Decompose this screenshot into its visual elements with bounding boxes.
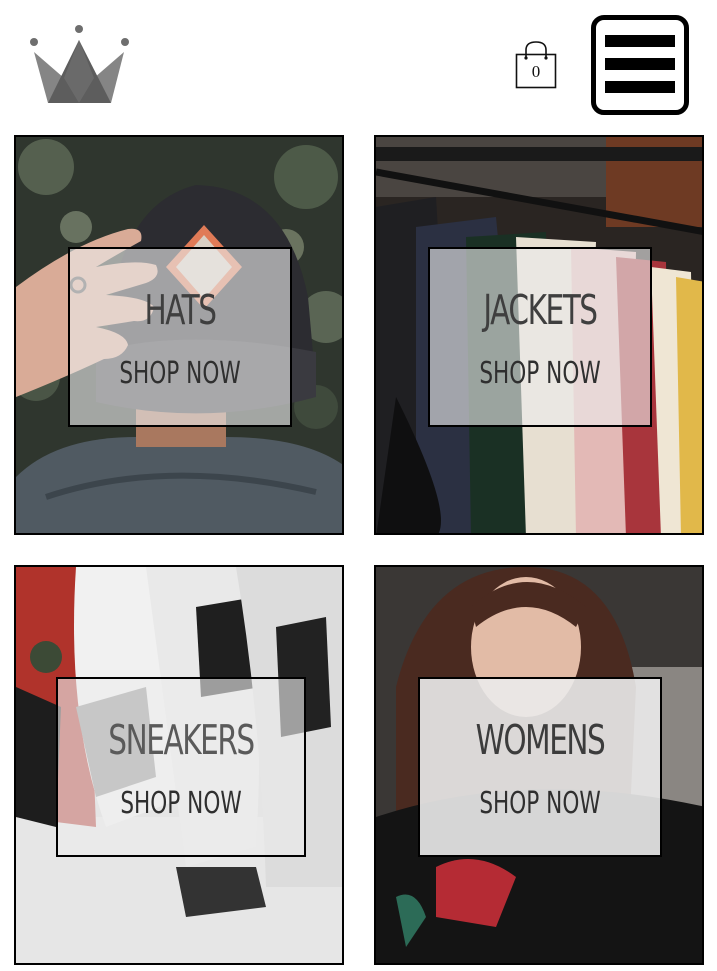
shop-now-link[interactable]: SHOP NOW <box>461 357 619 391</box>
shop-now-link[interactable]: SHOP NOW <box>101 357 259 391</box>
category-title: HATS <box>144 286 217 334</box>
shop-now-link[interactable]: SHOP NOW <box>454 787 627 821</box>
category-label-box: JACKETS SHOP NOW <box>428 247 652 427</box>
category-tile-sneakers[interactable]: SNEAKERS SHOP NOW <box>14 565 344 965</box>
cart-button[interactable]: 0 <box>512 40 560 92</box>
category-label-box: WOMENS SHOP NOW <box>418 677 662 857</box>
category-tile-hats[interactable]: HATS SHOP NOW <box>14 135 344 535</box>
category-label-box: SNEAKERS SHOP NOW <box>56 677 306 857</box>
category-tile-jackets[interactable]: JACKETS SHOP NOW <box>374 135 704 535</box>
shop-now-link[interactable]: SHOP NOW <box>92 787 269 821</box>
menu-button[interactable] <box>591 15 689 115</box>
menu-bar <box>605 35 675 47</box>
menu-bar <box>605 58 675 70</box>
site-header: 0 <box>0 0 717 130</box>
category-tile-womens[interactable]: WOMENS SHOP NOW <box>374 565 704 965</box>
menu-bar <box>605 81 675 93</box>
cart-count: 0 <box>531 62 541 81</box>
category-title: JACKETS <box>483 286 598 334</box>
crown-logo-icon[interactable] <box>26 22 132 106</box>
category-title: SNEAKERS <box>108 716 255 764</box>
category-label-box: HATS SHOP NOW <box>68 247 292 427</box>
category-title: WOMENS <box>475 716 606 764</box>
